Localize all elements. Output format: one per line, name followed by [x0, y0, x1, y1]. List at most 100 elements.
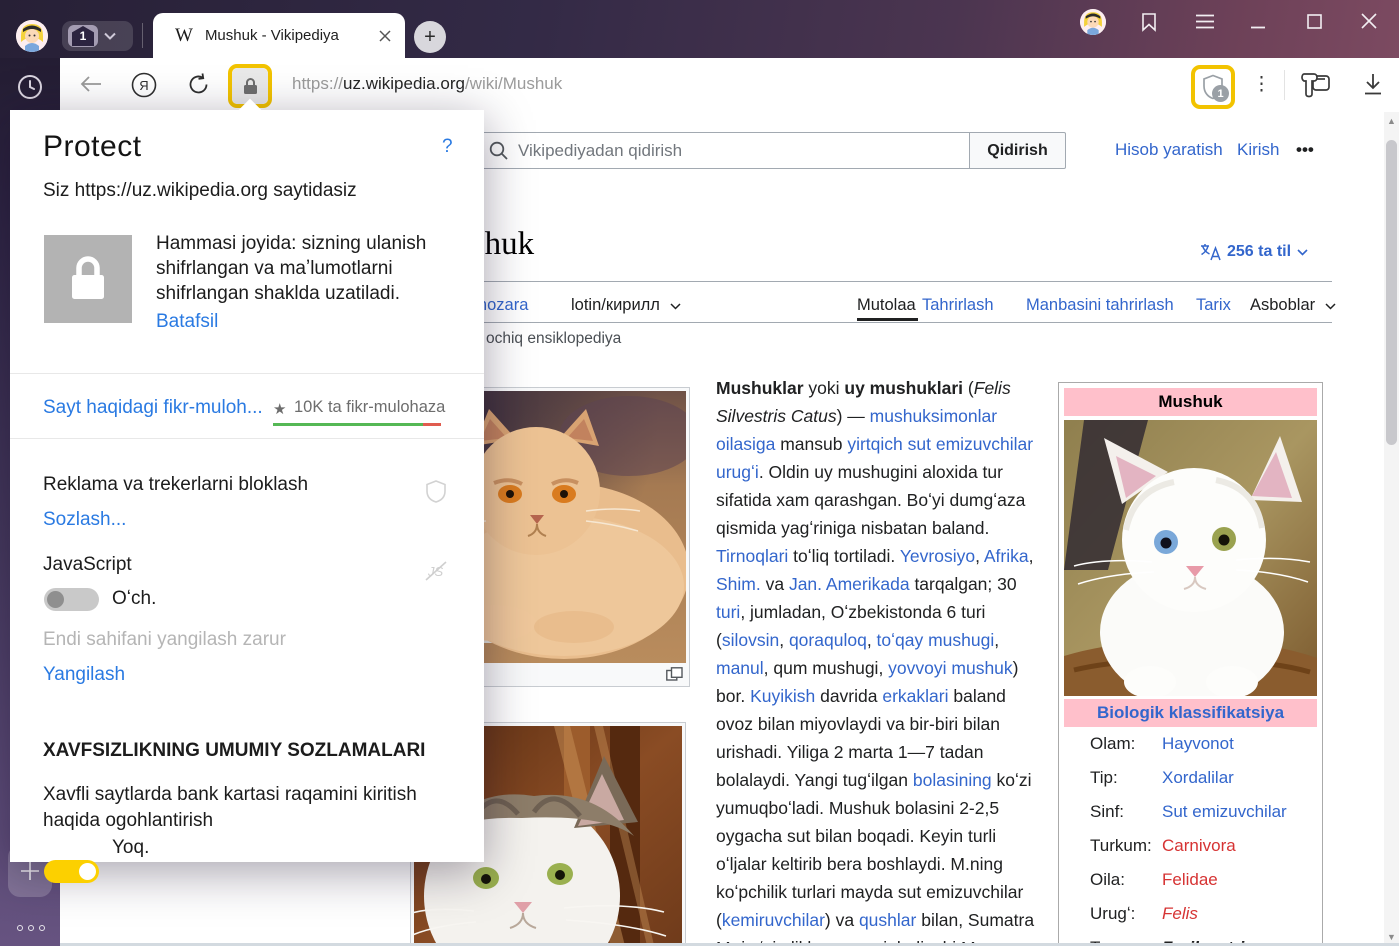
language-selector[interactable]: 256 ta til [1200, 243, 1308, 261]
profile-avatar-right[interactable] [1080, 9, 1106, 35]
infobox-row-value[interactable]: Felis [1162, 904, 1198, 924]
article-text: , [975, 546, 984, 566]
infobox-row-value[interactable]: Felidae [1162, 870, 1218, 890]
back-icon[interactable] [80, 75, 102, 93]
protect-help-link[interactable]: ? [442, 136, 453, 158]
refresh-icon[interactable] [186, 72, 211, 97]
toolbar-divider [1284, 70, 1285, 100]
tab-counter-shape: 1 [68, 25, 98, 47]
adblock-label: Reklama va trekerlarni bloklash [43, 474, 308, 496]
infobox-row-value[interactable]: Xordalilar [1162, 768, 1234, 788]
tab-edit-source[interactable]: Manbasini tahrirlash [1026, 296, 1174, 315]
active-tab[interactable]: W Mushuk - Vikipediya [153, 13, 405, 58]
article-link[interactable]: manul [716, 658, 764, 678]
bookmarks-icon[interactable] [1139, 12, 1159, 32]
infobox-row-value[interactable]: Sut emizuvchilar [1162, 802, 1287, 822]
search-placeholder: Vikipediyadan qidirish [518, 141, 682, 161]
article-link[interactable]: Tirnoqlari [716, 546, 788, 566]
article-link[interactable]: turi [716, 602, 740, 622]
article-link[interactable]: qoraquloq [789, 630, 867, 650]
infobox-row-value[interactable]: Hayvonot [1162, 734, 1234, 754]
connection-status-tile [44, 235, 132, 323]
thumbnail-expand-icon[interactable] [666, 667, 683, 681]
article-text: davrida [815, 686, 882, 706]
tab-close-icon[interactable] [379, 30, 391, 42]
article-link[interactable]: erkaklari [882, 686, 948, 706]
menu-icon[interactable] [1196, 14, 1214, 29]
infobox: Mushuk [1058, 382, 1323, 946]
article-link[interactable]: Yevrosiyo [900, 546, 975, 566]
article-link[interactable]: toʻqay mushugi [877, 630, 995, 650]
maximize-button[interactable] [1307, 14, 1322, 29]
new-tab-button[interactable]: + [414, 21, 446, 53]
protect-title: Protect [43, 130, 142, 164]
protect-shield-button[interactable]: 1 [1191, 65, 1235, 109]
variant-dropdown[interactable]: lotin/кирилл [571, 296, 681, 315]
minimize-button[interactable] [1251, 26, 1265, 29]
infobox-row-label: Turkum: [1090, 836, 1162, 856]
infobox-row: Turkum:Carnivora [1064, 829, 1317, 863]
bank-warning-toggle[interactable] [44, 860, 99, 883]
profile-avatar[interactable] [16, 20, 48, 52]
avatar-girl-icon [16, 20, 48, 52]
infobox-row-label: Oila: [1090, 870, 1162, 890]
search-submit-button[interactable]: Qidirish [969, 132, 1066, 169]
article-bold-text: Mushuklar [716, 378, 804, 398]
adblock-shield-icon [426, 480, 446, 503]
login-link[interactable]: Kirish [1237, 140, 1280, 160]
tabs-divider [410, 322, 1332, 323]
scrollbar-thumb[interactable] [1386, 140, 1397, 445]
shield-button-bg: 1 [1195, 69, 1231, 105]
article-text: , [779, 630, 789, 650]
tools-dropdown[interactable]: Asboblar [1250, 296, 1336, 315]
article-link[interactable]: qushlar [859, 910, 916, 930]
tab-history[interactable]: Tarix [1196, 296, 1231, 315]
infobox-row: Tip:Xordalilar [1064, 761, 1317, 795]
article-link[interactable]: Afrika [984, 546, 1029, 566]
wiki-search-field[interactable]: Vikipediyadan qidirish [478, 132, 970, 169]
create-account-link[interactable]: Hisob yaratish [1115, 140, 1223, 160]
svg-text:Я: Я [139, 78, 148, 93]
variant-label: lotin/кирилл [571, 296, 660, 314]
adblock-settings-link[interactable]: Sozlash... [43, 509, 126, 531]
yandex-services-icon[interactable]: Я [131, 72, 157, 98]
history-icon[interactable] [17, 74, 43, 100]
article-link[interactable]: silovsin [722, 630, 779, 650]
site-feedback-link[interactable]: Sayt haqidagi fikr-muloh... [43, 397, 263, 419]
article-paragraph: Mushuklar yoki uy mushuklari (Felis Silv… [716, 374, 1039, 946]
user-more-menu[interactable]: ••• [1296, 140, 1314, 160]
article-text: , qum mushugi, [764, 658, 889, 678]
url-bar[interactable]: https://uz.wikipedia.org/wiki/Mushuk [292, 74, 562, 94]
tab-read[interactable]: Mutolaa [857, 296, 916, 315]
tab-counter[interactable]: 1 [62, 21, 133, 51]
article-link[interactable]: kemiruvchilar [722, 910, 825, 930]
sidebar-more-button[interactable] [17, 925, 45, 931]
tab-title: Mushuk - Vikipediya [205, 27, 367, 44]
article-link[interactable]: yovvoyi mushuk [888, 658, 1013, 678]
details-link[interactable]: Batafsil [156, 311, 218, 333]
article-link[interactable]: Shim. [716, 574, 761, 594]
address-toolbar: Я https://uz.wikipedia.org/wiki/Mushuk [60, 58, 1399, 112]
article-link[interactable]: bolasining [913, 770, 992, 790]
javascript-toggle[interactable] [44, 588, 99, 611]
reload-link[interactable]: Yangilash [43, 664, 125, 686]
chevron-down-icon [1325, 303, 1336, 310]
passwords-icon[interactable] [1300, 70, 1332, 100]
article-link[interactable]: Kuyikish [750, 686, 815, 706]
dot-icon [17, 925, 23, 931]
infobox-row-value[interactable]: Carnivora [1162, 836, 1236, 856]
scrollbar-down-arrow[interactable]: ▼ [1387, 932, 1396, 942]
article-link[interactable]: Jan. Amerikada [789, 574, 910, 594]
article-text: . Oldin uy mushugini aloxida tur sifatid… [716, 462, 1025, 538]
infobox-row-label: Sinf: [1090, 802, 1162, 822]
article-text: tarqalgan; 30 [910, 574, 1017, 594]
infobox-classification-header: Biologik klassifikatsiya [1064, 699, 1317, 727]
tab-edit[interactable]: Tahrirlash [922, 296, 994, 315]
star-icon: ★ [273, 400, 286, 418]
article-text: , [994, 630, 999, 650]
scrollbar-up-arrow[interactable]: ▲ [1387, 116, 1396, 126]
reload-note: Endi sahifani yangilash zarur [43, 629, 286, 651]
downloads-icon[interactable] [1361, 72, 1385, 97]
toolbar-overflow-icon[interactable]: ⋮ [1252, 73, 1271, 96]
close-button[interactable] [1361, 13, 1377, 29]
